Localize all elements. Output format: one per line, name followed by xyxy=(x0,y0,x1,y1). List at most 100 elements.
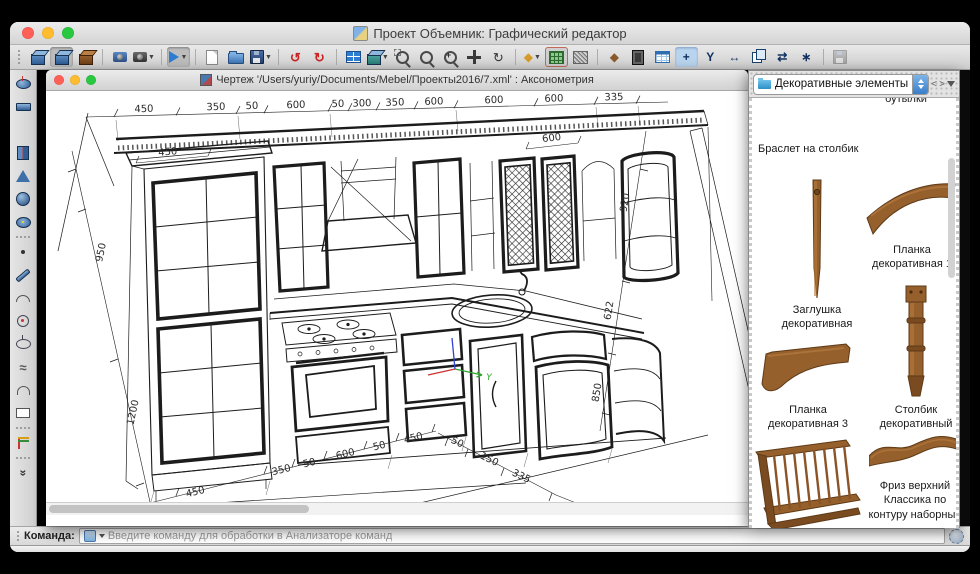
texture-grid-icon xyxy=(549,51,564,64)
view-solid-shaded-icon xyxy=(31,54,45,65)
draw-ellipse-button[interactable] xyxy=(12,334,34,354)
redo-button[interactable]: ↻ xyxy=(308,47,331,67)
solid-box-button[interactable] xyxy=(12,120,34,140)
dimension-tool-button[interactable]: Y xyxy=(699,47,722,67)
spec-table-icon xyxy=(655,51,670,63)
draw-rectangle-button[interactable] xyxy=(12,403,34,423)
solid-box-edge-button[interactable] xyxy=(12,143,34,163)
minimize-button[interactable] xyxy=(42,27,54,39)
list-item[interactable]: бутылки xyxy=(856,98,956,106)
palette-list[interactable]: бутылки Браслет на столбик Заглушка деко… xyxy=(749,98,959,528)
spec-table-button[interactable] xyxy=(651,47,674,67)
dimension-label: 622 xyxy=(603,300,617,321)
post-thumbnail xyxy=(804,178,830,300)
save-document-button[interactable]: ▼ xyxy=(249,47,273,67)
draw-circle-button[interactable] xyxy=(12,311,34,331)
list-item[interactable]: Заглушка декоративная xyxy=(772,178,862,332)
prev-category-button[interactable]: < xyxy=(931,76,937,92)
palette-header[interactable]: Декоративные элементы < > xyxy=(749,71,959,98)
palette-menu-icon[interactable] xyxy=(947,81,955,87)
view-solid-button[interactable] xyxy=(50,47,73,67)
solid-cone-button[interactable] xyxy=(12,166,34,186)
export-save-button[interactable] xyxy=(829,47,852,67)
zoom-dynamic-button[interactable] xyxy=(415,47,438,67)
combobox-stepper[interactable] xyxy=(912,75,928,94)
more-tools-button[interactable]: » xyxy=(12,463,34,483)
texture-map-button[interactable] xyxy=(569,47,592,67)
view-3d-dropdown-icon[interactable]: ▼ xyxy=(382,54,389,61)
open-document-button[interactable] xyxy=(225,47,248,67)
view-textured-button[interactable] xyxy=(74,47,97,67)
close-button[interactable] xyxy=(22,27,34,39)
next-category-button[interactable]: > xyxy=(939,76,945,92)
draw-point-button[interactable] xyxy=(12,242,34,262)
draw-line-button[interactable] xyxy=(12,265,34,285)
list-item[interactable]: Столбик декоративный xyxy=(880,284,952,432)
list-item[interactable]: Планка декоративная 1 xyxy=(864,178,959,272)
zoom-button[interactable] xyxy=(62,27,74,39)
viewport-layout-button[interactable] xyxy=(342,47,365,67)
command-input[interactable]: Введите команду для обработки в Анализат… xyxy=(79,528,945,544)
snapshot-button[interactable] xyxy=(108,47,131,67)
solid-panel-button[interactable] xyxy=(12,97,34,117)
texture-grid-button[interactable] xyxy=(545,47,568,67)
palette-scrollbar[interactable] xyxy=(948,158,955,278)
add-element-button[interactable]: + xyxy=(675,47,698,67)
list-item[interactable]: Тарелочница xyxy=(754,438,866,528)
doc-close-button[interactable] xyxy=(54,75,64,85)
replace-object-button[interactable]: ⇄ xyxy=(771,47,794,67)
document-title-bar[interactable]: Чертеж '/Users/yuriy/Documents/Mebel/Про… xyxy=(46,70,748,91)
solid-panel-icon xyxy=(16,103,31,111)
document-window[interactable]: Чертеж '/Users/yuriy/Documents/Mebel/Про… xyxy=(46,70,748,526)
paint-material-button[interactable]: ◆▼ xyxy=(521,47,544,67)
select-mode-dropdown-icon[interactable]: ▼ xyxy=(180,54,187,61)
save-document-icon xyxy=(250,50,264,64)
paint-material-dropdown-icon[interactable]: ▼ xyxy=(534,54,541,61)
orbit-button[interactable]: ↻ xyxy=(487,47,510,67)
command-bar-grip[interactable] xyxy=(16,530,20,542)
list-item[interactable]: Фриз верхний Классика по контуру наборны… xyxy=(868,430,959,522)
desktop-gap xyxy=(960,70,970,526)
draw-arch-button[interactable] xyxy=(12,380,34,400)
undo-button[interactable]: ↺ xyxy=(284,47,307,67)
solid-sphere-icon xyxy=(16,192,30,206)
material-stone-button[interactable]: ◆ xyxy=(603,47,626,67)
select-mode-button[interactable]: ▼ xyxy=(167,47,190,67)
render-photo-dropdown-icon[interactable]: ▼ xyxy=(148,54,155,61)
view-solid-shaded-button[interactable] xyxy=(26,47,49,67)
solid-disc-button[interactable] xyxy=(12,212,34,232)
solid-ellipsoid-button[interactable] xyxy=(12,74,34,94)
category-combobox[interactable]: Декоративные элементы xyxy=(753,74,929,95)
command-dropdown-icon[interactable] xyxy=(99,534,105,538)
command-history-icon[interactable] xyxy=(84,530,96,542)
list-item[interactable]: Браслет на столбик xyxy=(758,142,874,156)
stepper-up-icon xyxy=(918,79,924,83)
render-photo-button[interactable]: ▼ xyxy=(132,47,156,67)
document-window-controls xyxy=(54,75,96,85)
drawing-canvas[interactable]: 450 350 50 600 50 300 350 600 600 600 33… xyxy=(46,91,748,515)
draw-spline-button[interactable]: ≈ xyxy=(12,357,34,377)
new-document-button[interactable] xyxy=(201,47,224,67)
settings-gear-icon[interactable] xyxy=(949,529,964,544)
canvas-horizontal-scrollbar[interactable] xyxy=(46,502,748,515)
cabinet-fronts-button[interactable] xyxy=(627,47,650,67)
doc-minimize-button[interactable] xyxy=(70,75,80,85)
save-document-dropdown-icon[interactable]: ▼ xyxy=(265,54,272,61)
toolbar-grip[interactable] xyxy=(17,49,22,65)
draw-arc-button[interactable] xyxy=(12,288,34,308)
solid-sphere-button[interactable] xyxy=(12,189,34,209)
doc-zoom-button[interactable] xyxy=(86,75,96,85)
copy-object-button[interactable] xyxy=(747,47,770,67)
edit-points-button[interactable]: ∗ xyxy=(795,47,818,67)
dimension-label: 50 xyxy=(302,457,317,471)
zoom-in-button[interactable]: + xyxy=(439,47,462,67)
canvas-scroll-thumb[interactable] xyxy=(49,505,309,513)
view-3d-button[interactable]: ▼ xyxy=(366,47,390,67)
open-document-icon xyxy=(228,53,244,64)
zoom-window-button[interactable] xyxy=(391,47,414,67)
move-object-button[interactable]: ↔ xyxy=(723,47,746,67)
pan-button[interactable] xyxy=(463,47,486,67)
draw-profile-button[interactable] xyxy=(12,433,34,453)
list-item[interactable]: Планка декоративная 3 xyxy=(756,340,860,432)
title-bar[interactable]: Проект Объемник: Графический редактор xyxy=(10,22,970,45)
